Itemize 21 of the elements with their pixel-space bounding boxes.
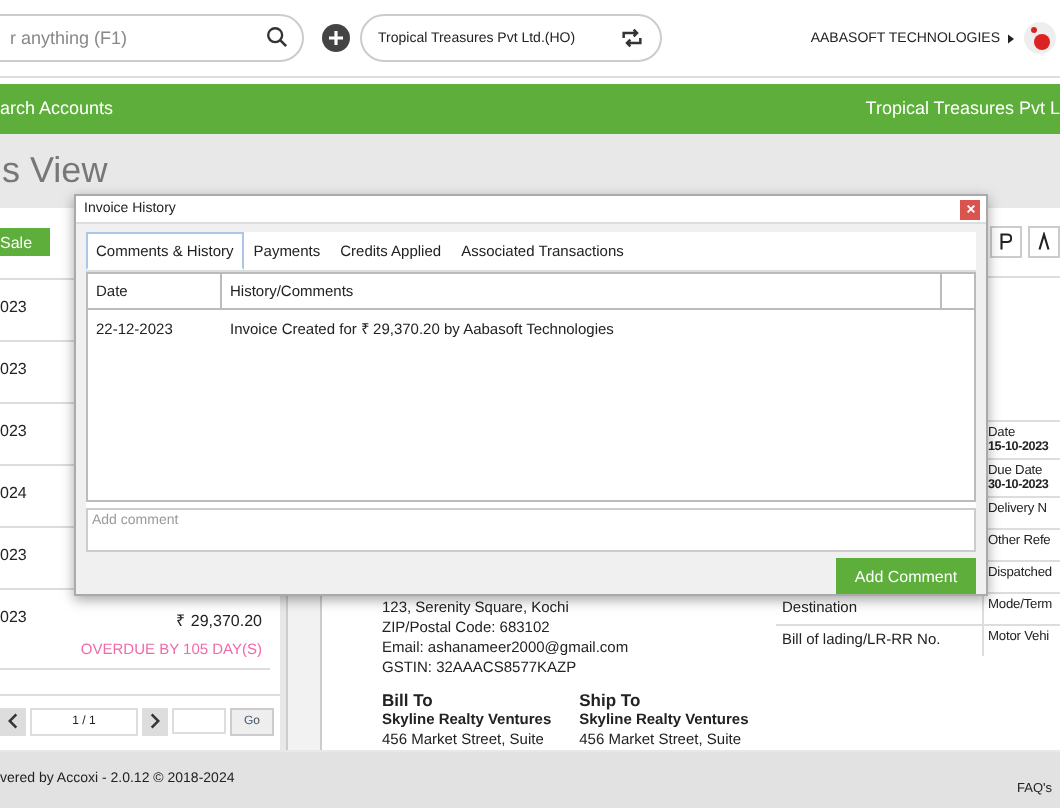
close-button[interactable]	[960, 199, 980, 219]
next-page-button[interactable]	[142, 707, 168, 736]
previous-page-button[interactable]	[0, 707, 26, 736]
close-icon	[965, 204, 975, 214]
caret-icon	[1008, 33, 1014, 44]
chevron-right-icon	[150, 712, 160, 731]
add-icon[interactable]	[322, 24, 350, 53]
party-label: Ship To	[579, 689, 643, 710]
toolbar-button[interactable]	[1028, 225, 1060, 258]
swap-icon	[620, 28, 644, 49]
invoice-amount: ₹ 29,370.20	[176, 609, 262, 630]
toolbar-button[interactable]	[990, 225, 1022, 258]
search-field[interactable]: r anything (F1)	[0, 14, 304, 63]
chevron-left-icon	[8, 712, 18, 731]
invoice-date: 023	[0, 607, 27, 630]
search-icon	[266, 26, 288, 49]
avatar-icon[interactable]	[1024, 22, 1056, 55]
party-label: Bill To	[382, 689, 435, 710]
page-title: s View	[2, 148, 108, 193]
organization-name: Tropical Treasures Pvt L	[865, 98, 1060, 119]
page-number-field[interactable]	[172, 708, 226, 735]
